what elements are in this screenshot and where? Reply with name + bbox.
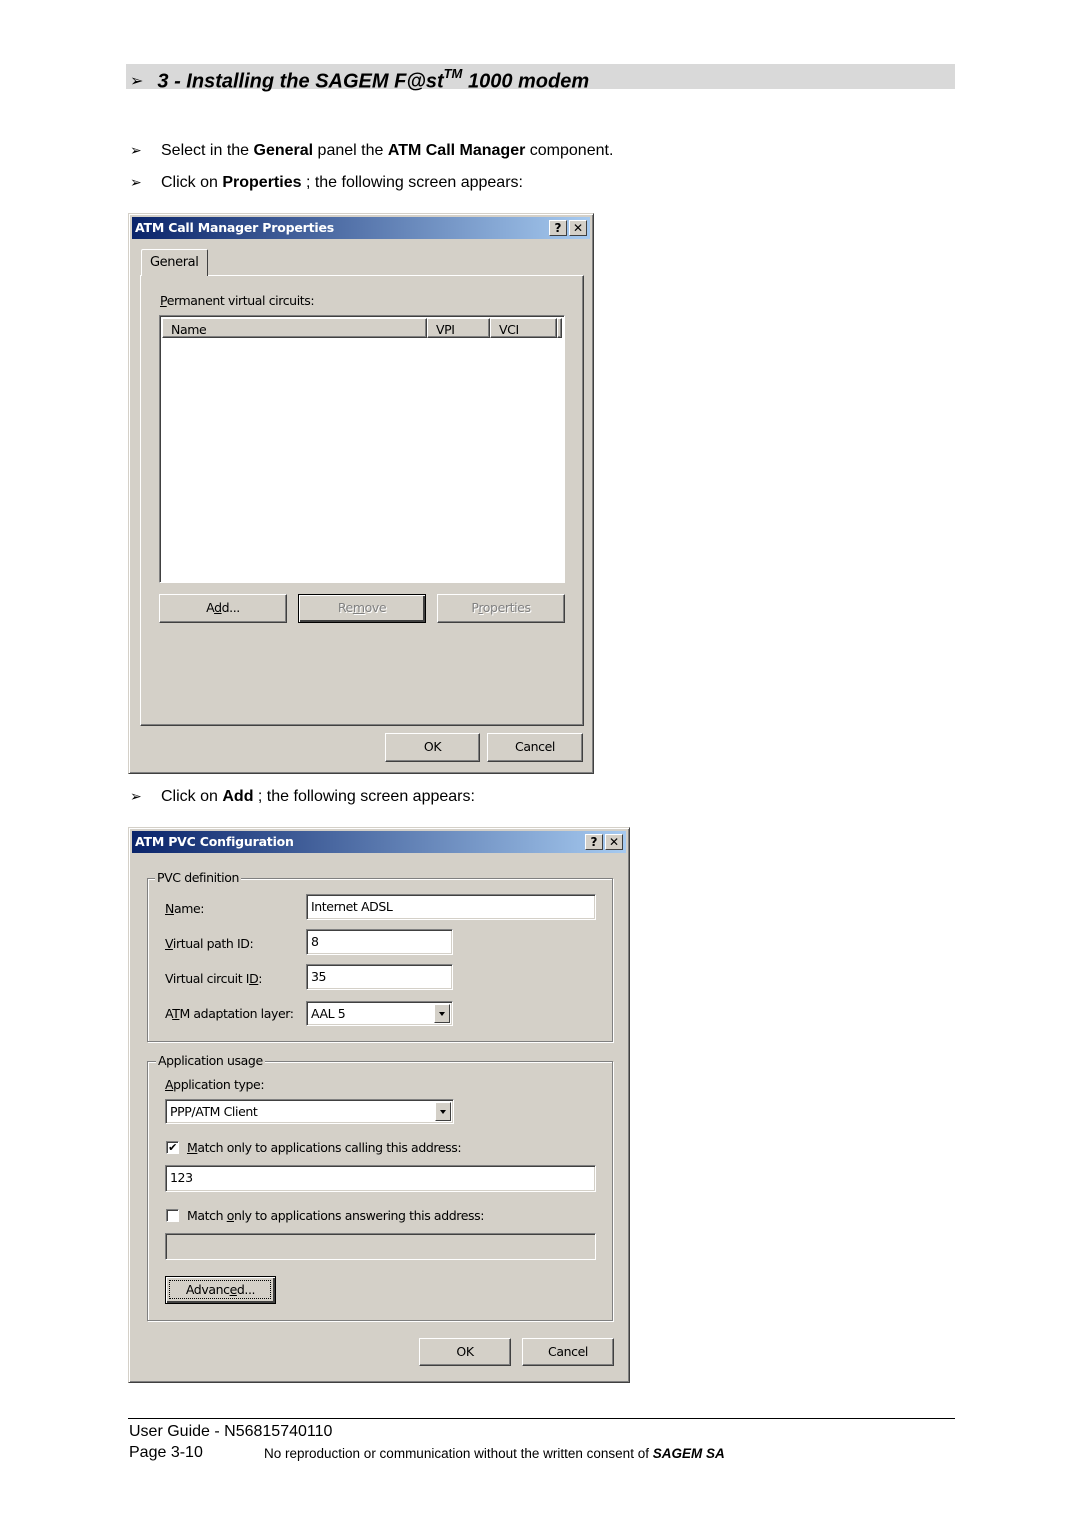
- column-header-name[interactable]: Name: [162, 318, 427, 338]
- column-header-vpi[interactable]: VPI: [427, 318, 490, 338]
- advanced-button[interactable]: Advanced...: [165, 1276, 276, 1304]
- focus-rectangle: [169, 1280, 271, 1299]
- match-answering-label[interactable]: Match only to applications answering thi…: [187, 1208, 484, 1223]
- chevron-down-icon[interactable]: [434, 1004, 450, 1023]
- close-button[interactable]: ✕: [605, 834, 623, 850]
- add-button[interactable]: Add...: [159, 594, 287, 623]
- pvc-list-label: Permanent virtual circuits:: [160, 293, 315, 308]
- atm-call-manager-dialog: ATM Call Manager Properties ? ✕ General …: [128, 213, 594, 774]
- column-header-vci[interactable]: VCI: [490, 318, 557, 338]
- application-type-select[interactable]: PPP/ATM Client: [165, 1099, 454, 1124]
- footer-guide-reference: User Guide - N56815740110: [129, 1423, 333, 1440]
- chevron-down-icon[interactable]: [435, 1102, 451, 1121]
- title-bar[interactable]: ATM Call Manager Properties ? ✕: [132, 217, 590, 239]
- section-heading: ➢ 3 - Installing the SAGEM F@stTM 1000 mo…: [130, 66, 590, 93]
- step-click-properties: ➢ Click on Properties ; the following scr…: [130, 174, 523, 191]
- help-button[interactable]: ?: [585, 834, 603, 850]
- close-button[interactable]: ✕: [569, 220, 587, 236]
- virtual-circuit-id-input[interactable]: 35: [306, 964, 453, 990]
- footer-page-number: Page 3-10: [129, 1444, 203, 1461]
- answering-address-input[interactable]: [165, 1233, 596, 1260]
- checkmark-icon: ✔: [168, 1141, 177, 1154]
- name-label: Name:: [165, 901, 205, 916]
- footer-copyright-notice: No reproduction or communication without…: [264, 1446, 725, 1461]
- cancel-button[interactable]: Cancel: [487, 733, 583, 762]
- match-answering-checkbox[interactable]: [166, 1209, 179, 1222]
- remove-button[interactable]: Remove: [298, 594, 426, 623]
- arrow-bullet-icon: ➢: [130, 72, 144, 90]
- application-type-label: Application type:: [165, 1077, 265, 1092]
- atm-adaptation-layer-label: ATM adaptation layer:: [165, 1006, 294, 1021]
- match-calling-label[interactable]: Match only to applications calling this …: [187, 1140, 462, 1155]
- dialog-title: ATM Call Manager Properties: [135, 220, 334, 235]
- step-click-add: ➢ Click on Add ; the following screen app…: [130, 788, 475, 805]
- step-select-component: ➢ Select in the General panel the ATM Cal…: [130, 142, 614, 159]
- name-input[interactable]: Internet ADSL: [306, 894, 596, 920]
- atm-pvc-configuration-dialog: ATM PVC Configuration ? ✕ PVC definition…: [128, 827, 630, 1383]
- atm-adaptation-layer-select[interactable]: AAL 5: [306, 1001, 453, 1026]
- arrow-bullet-icon: ➢: [130, 788, 142, 804]
- properties-button[interactable]: Properties: [437, 594, 565, 623]
- column-header-filler: [557, 318, 562, 338]
- tab-general[interactable]: General: [141, 249, 208, 276]
- arrow-bullet-icon: ➢: [130, 174, 142, 190]
- virtual-circuit-id-label: Virtual circuit ID:: [165, 971, 263, 986]
- virtual-path-id-label: Virtual path ID:: [165, 936, 254, 951]
- match-calling-checkbox[interactable]: ✔: [166, 1141, 179, 1154]
- arrow-bullet-icon: ➢: [130, 142, 142, 158]
- dialog-title: ATM PVC Configuration: [135, 834, 294, 849]
- ok-button[interactable]: OK: [385, 733, 480, 762]
- footer-divider: [128, 1418, 955, 1419]
- calling-address-input[interactable]: 123: [165, 1165, 596, 1192]
- title-bar[interactable]: ATM PVC Configuration ? ✕: [132, 831, 626, 853]
- cancel-button[interactable]: Cancel: [522, 1338, 614, 1366]
- help-button[interactable]: ?: [549, 220, 567, 236]
- ok-button[interactable]: OK: [419, 1338, 511, 1366]
- pvc-list[interactable]: Name VPI VCI: [159, 315, 565, 583]
- virtual-path-id-input[interactable]: 8: [306, 929, 453, 955]
